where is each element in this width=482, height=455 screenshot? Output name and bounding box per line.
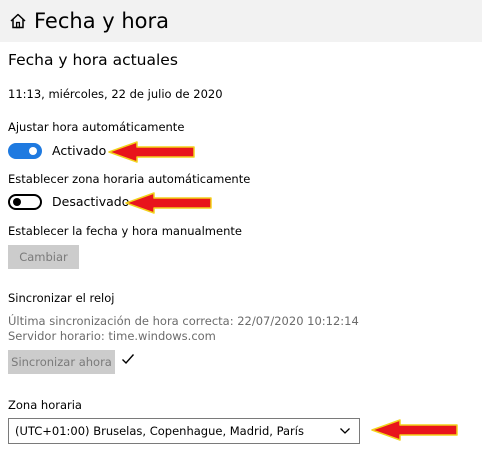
checkmark-icon <box>122 354 135 365</box>
section-title-current: Fecha y hora actuales <box>8 51 178 69</box>
toggle-knob <box>29 147 37 155</box>
sync-clock-title: Sincronizar el reloj <box>8 291 115 305</box>
current-datetime: 11:13, miércoles, 22 de julio de 2020 <box>8 87 223 101</box>
red-arrow-icon <box>125 192 212 214</box>
auto-timezone-toggle[interactable] <box>8 194 42 210</box>
red-arrow-icon <box>108 141 195 163</box>
auto-timezone-state: Desactivado <box>52 194 130 209</box>
last-sync-text: Última sincronización de hora correcta: … <box>8 314 359 328</box>
timezone-selected-value: (UTC+01:00) Bruselas, Copenhague, Madrid… <box>15 424 304 438</box>
page-title: Fecha y hora <box>34 9 170 33</box>
red-arrow-icon <box>371 419 458 441</box>
time-server-text: Servidor horario: time.windows.com <box>8 329 216 343</box>
auto-time-toggle[interactable] <box>8 143 42 159</box>
settings-page: Fecha y hora Fecha y hora actuales 11:13… <box>0 0 482 455</box>
auto-time-state: Activado <box>52 143 107 158</box>
timezone-select[interactable]: (UTC+01:00) Bruselas, Copenhague, Madrid… <box>8 418 360 444</box>
toggle-knob <box>13 198 21 206</box>
home-icon[interactable] <box>8 11 28 31</box>
change-button[interactable]: Cambiar <box>8 245 79 269</box>
timezone-label: Zona horaria <box>8 398 82 412</box>
auto-timezone-label: Establecer zona horaria automáticamente <box>8 172 251 186</box>
chevron-down-icon <box>340 428 350 434</box>
auto-time-label: Ajustar hora automáticamente <box>8 120 185 134</box>
manual-datetime-label: Establecer la fecha y hora manualmente <box>8 224 242 238</box>
sync-now-button[interactable]: Sincronizar ahora <box>8 350 115 374</box>
